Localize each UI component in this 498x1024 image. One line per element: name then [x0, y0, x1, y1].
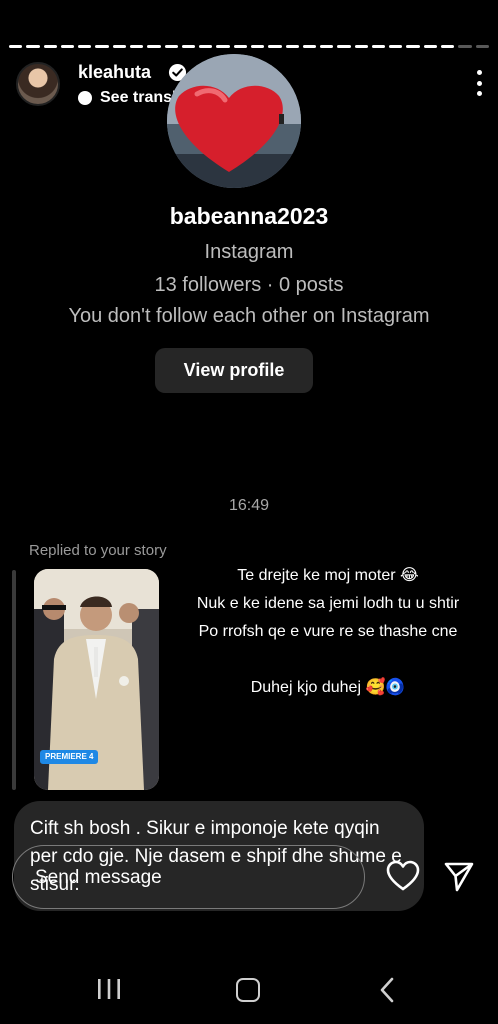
story-caption: Te drejte ke moj moter 😂 Nuk e ke idene …: [168, 562, 488, 702]
shared-profile-name: babeanna2023: [169, 203, 329, 229]
username[interactable]: kleahuta: [78, 62, 151, 83]
shared-profile-platform: Instagram: [204, 241, 294, 263]
story-progress: [9, 45, 489, 48]
message-input-placeholder: Send message: [35, 867, 162, 888]
shared-profile-picture[interactable]: [167, 54, 301, 188]
caption-line: Duhej kjo duhej 🥰🧿: [250, 679, 406, 696]
view-profile-button[interactable]: View profile: [155, 348, 313, 393]
heart-icon[interactable]: [386, 860, 420, 892]
shared-profile-stats: 13 followers · 0 posts: [154, 274, 344, 296]
caption-line: [168, 646, 488, 674]
system-navigation-bar: [0, 975, 498, 1005]
story-badge: PREMIERE 4: [40, 750, 99, 764]
home-icon[interactable]: [236, 978, 260, 1002]
replied-label: Replied to your story: [29, 542, 167, 559]
send-icon[interactable]: [443, 860, 475, 892]
translate-icon: [78, 91, 92, 105]
recent-apps-icon[interactable]: [97, 978, 121, 1000]
caption-line: Nuk e ke idene sa jemi lodh tu u shtir: [196, 595, 460, 612]
back-icon[interactable]: [378, 977, 396, 1003]
reply-indicator-bar: [12, 570, 16, 790]
shared-profile-relation: You don't follow each other on Instagram: [68, 305, 430, 327]
caption-line: Po rrofsh qe e vure re se thashe cne: [198, 623, 458, 640]
caption-line: Te drejte ke moj moter 😂: [237, 567, 419, 584]
avatar[interactable]: [16, 62, 60, 106]
message-timestamp: 16:49: [228, 497, 270, 514]
more-vertical-icon[interactable]: [476, 70, 482, 96]
